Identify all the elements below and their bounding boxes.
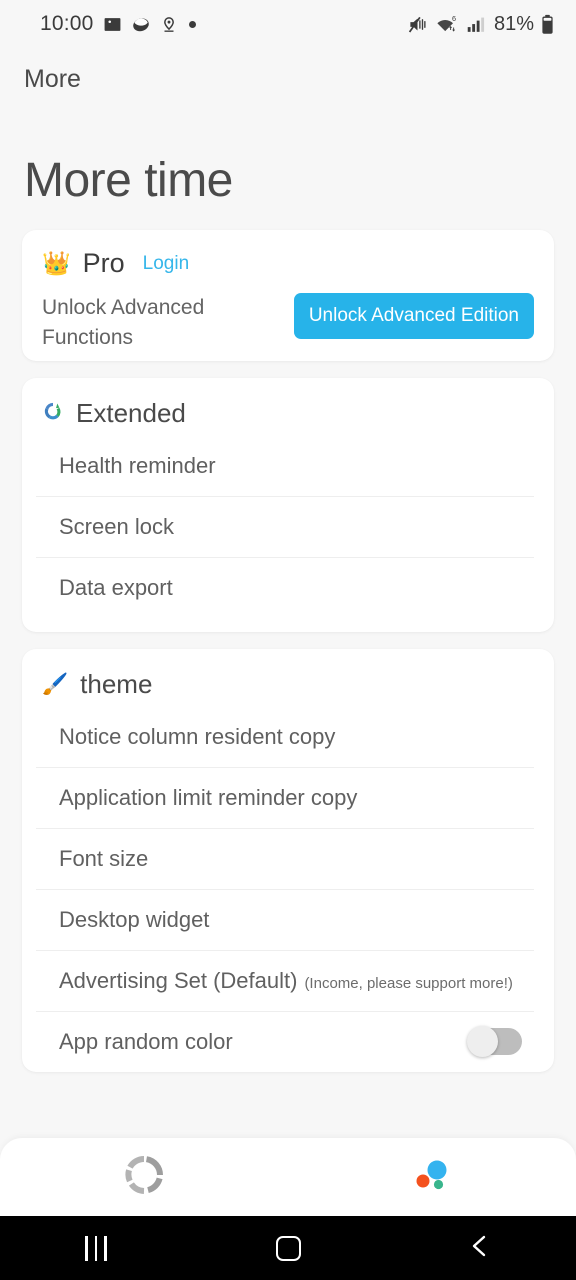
list-item-label: Font size xyxy=(59,845,149,871)
list-item-health-reminder[interactable]: Health reminder xyxy=(36,435,540,496)
dot-icon xyxy=(188,20,196,28)
android-navigation-bar xyxy=(0,1216,576,1280)
list-item-label: Notice column resident copy xyxy=(59,723,336,749)
crown-icon: 👑 xyxy=(42,250,71,277)
list-item-label: Advertising Set (Default) xyxy=(59,967,298,993)
cellular-signal-icon xyxy=(467,17,485,32)
list-item-font-size[interactable]: Font size xyxy=(36,828,540,889)
pro-card-header: 👑 Pro Login xyxy=(22,230,554,279)
list-item-data-export[interactable]: Data export xyxy=(36,557,540,618)
extended-card: Extended Health reminder Screen lock Dat… xyxy=(22,378,554,633)
battery-icon xyxy=(542,14,553,34)
page-title-container: More time xyxy=(0,110,576,230)
cookie-icon xyxy=(132,18,149,32)
list-item-label: Health reminder xyxy=(59,452,216,478)
theme-card-title: theme xyxy=(80,669,153,700)
toolbar-title: More xyxy=(24,64,81,93)
theme-card-header: 🖌️ theme xyxy=(22,649,554,706)
list-item-app-random-color[interactable]: App random color xyxy=(36,1011,540,1072)
status-bar-left: 10:00 xyxy=(40,12,196,36)
home-icon xyxy=(275,1235,301,1261)
status-time: 10:00 xyxy=(40,12,94,35)
color-bubbles-icon xyxy=(412,1155,452,1200)
list-item-screen-lock[interactable]: Screen lock xyxy=(36,496,540,557)
bottom-tab-bar xyxy=(0,1138,576,1216)
extended-card-header: Extended xyxy=(22,378,554,435)
segmented-ring-icon xyxy=(124,1155,164,1200)
wifi-6-icon: 6 xyxy=(437,14,456,32)
extended-list: Health reminder Screen lock Data export xyxy=(22,435,554,618)
pro-description: Unlock Advanced Functions xyxy=(42,296,205,350)
list-item-label: App random color xyxy=(59,1028,233,1054)
location-pin-icon xyxy=(163,16,174,32)
recents-icon xyxy=(85,1235,107,1261)
tab-segmented-ring[interactable] xyxy=(0,1138,288,1216)
paintbrush-icon: 🖌️ xyxy=(42,673,69,697)
tab-color-bubbles[interactable] xyxy=(288,1138,576,1216)
back-icon xyxy=(467,1233,493,1264)
list-item-label-group: Advertising Set (Default) (Income, pleas… xyxy=(59,968,513,994)
recycle-circle-icon xyxy=(42,400,64,427)
list-item-label: Application limit reminder copy xyxy=(59,784,358,810)
list-item-application-limit-reminder-copy[interactable]: Application limit reminder copy xyxy=(36,767,540,828)
list-item-notice-column-resident-copy[interactable]: Notice column resident copy xyxy=(36,706,540,767)
app-toolbar: More xyxy=(0,48,576,110)
unlock-advanced-edition-button[interactable]: Unlock Advanced Edition xyxy=(293,293,534,340)
mute-icon xyxy=(408,16,426,33)
list-item-desktop-widget[interactable]: Desktop widget xyxy=(36,889,540,950)
extended-card-title: Extended xyxy=(76,398,186,429)
list-item-label: Desktop widget xyxy=(59,906,210,932)
list-item-note: (Income, please support more!) xyxy=(304,974,513,992)
theme-card: 🖌️ theme Notice column resident copy App… xyxy=(22,649,554,1073)
toggle-knob xyxy=(467,1026,498,1058)
pro-title: Pro xyxy=(82,248,125,279)
list-item-advertising-set[interactable]: Advertising Set (Default) (Income, pleas… xyxy=(36,950,540,1011)
image-icon xyxy=(104,17,120,31)
back-button[interactable] xyxy=(384,1233,576,1264)
pro-card-body: Unlock Advanced Functions Unlock Advance… xyxy=(22,279,554,353)
list-item-label: Screen lock xyxy=(59,513,174,539)
battery-percent-label: 81% xyxy=(493,12,534,35)
page-title: More time xyxy=(24,154,233,207)
settings-content: 👑 Pro Login Unlock Advanced Functions Un… xyxy=(0,230,576,1073)
app-random-color-toggle[interactable] xyxy=(467,1026,522,1058)
status-bar-right: 6 81% xyxy=(407,13,554,36)
pro-card: 👑 Pro Login Unlock Advanced Functions Un… xyxy=(22,230,554,362)
recents-button[interactable] xyxy=(0,1235,192,1261)
status-bar: 10:00 6 81% xyxy=(0,0,576,48)
home-button[interactable] xyxy=(192,1235,384,1261)
list-item-label: Data export xyxy=(59,574,173,600)
login-link[interactable]: Login xyxy=(143,253,190,275)
theme-list: Notice column resident copy Application … xyxy=(22,706,554,1072)
svg-text:6: 6 xyxy=(452,14,456,23)
